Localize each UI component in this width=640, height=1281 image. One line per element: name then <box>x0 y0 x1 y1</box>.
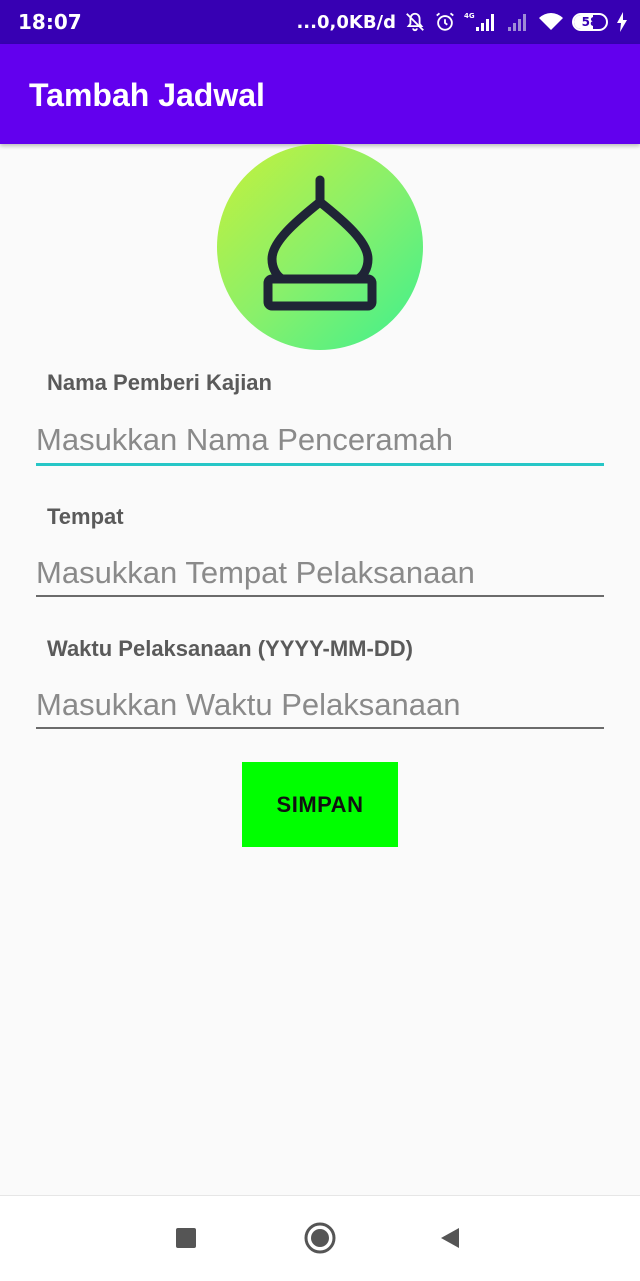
recents-button[interactable] <box>164 1216 208 1260</box>
square-icon <box>176 1228 196 1248</box>
wifi-icon <box>539 13 563 30</box>
schedule-time-underline <box>36 727 604 729</box>
location-input[interactable] <box>36 548 604 598</box>
battery-level: 58 <box>581 15 599 29</box>
home-button[interactable] <box>298 1216 342 1260</box>
status-icons: ...0,0KB/d 4G 58 <box>296 8 628 36</box>
status-bar: 18:07 ...0,0KB/d 4G 58 <box>0 0 640 44</box>
signal-4g-icon: 4G <box>464 12 494 31</box>
battery-icon: 58 <box>572 13 608 31</box>
navigation-bar <box>0 1195 640 1281</box>
save-button[interactable]: SIMPAN <box>242 762 398 847</box>
circle-icon <box>304 1222 336 1254</box>
signal-empty-icon <box>508 14 526 31</box>
speaker-name-label: Nama Pemberi Kajian <box>47 370 272 395</box>
triangle-back-icon <box>441 1228 459 1248</box>
location-underline <box>36 595 604 597</box>
speaker-name-underline <box>36 463 604 466</box>
mosque-logo <box>217 144 423 350</box>
bell-off-icon <box>406 12 424 32</box>
location-label: Tempat <box>47 504 124 529</box>
alarm-icon <box>436 12 454 31</box>
back-button[interactable] <box>428 1216 472 1260</box>
schedule-time-input[interactable] <box>36 680 604 730</box>
app-bar: Tambah Jadwal <box>0 44 640 144</box>
schedule-time-label: Waktu Pelaksanaan (YYYY-MM-DD) <box>47 636 413 661</box>
svg-text:4G: 4G <box>464 12 475 20</box>
page-title: Tambah Jadwal <box>29 77 265 113</box>
speaker-name-input[interactable] <box>36 415 604 465</box>
status-time: 18:07 <box>18 10 82 34</box>
charging-icon <box>617 12 627 32</box>
mosque-dome-icon <box>263 175 377 311</box>
network-speed: ...0,0KB/d <box>296 11 396 33</box>
